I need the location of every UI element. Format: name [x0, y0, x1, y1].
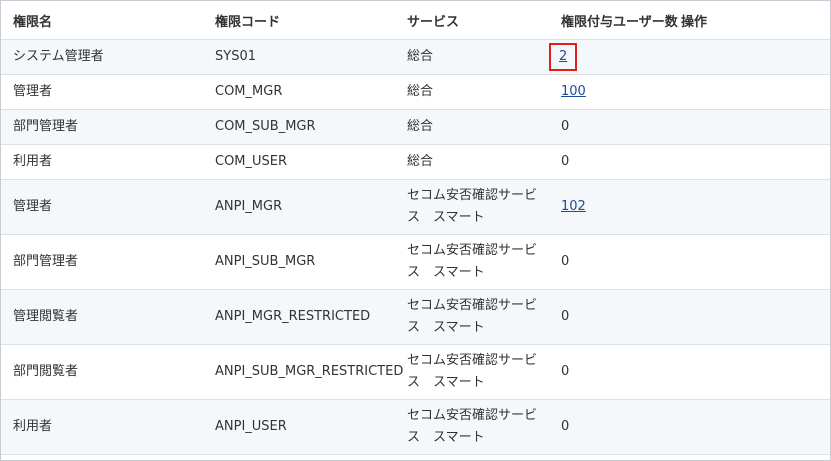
header-permission-name: 権限名: [1, 1, 203, 40]
permission-table-panel: 権限名 権限コード サービス 権限付与ユーザー数 操作 システム管理者 SYS01…: [0, 0, 831, 461]
header-permission-code: 権限コード: [203, 1, 395, 40]
operations-cell: [681, 39, 830, 75]
service-cell: 総合: [395, 109, 549, 145]
operations-cell: [681, 289, 830, 345]
header-service: サービス: [395, 1, 549, 40]
service-cell: セコム安否確認サービス スマート: [395, 344, 549, 400]
user-count-cell: 0: [549, 289, 681, 345]
service-cell: 総合: [395, 39, 549, 75]
service-cell: セコム安否確認サービス スマート: [395, 179, 549, 235]
table-row: 部門管理者 ANPI_SUB_MGR セコム安否確認サービス スマート 0: [1, 234, 830, 290]
user-count-value: 0: [561, 419, 570, 434]
permission-name-cell: 利用者: [1, 399, 203, 455]
table-row: 部門閲覧者 ANPI_SUB_MGR_RESTRICTED セコム安否確認サービス …: [1, 344, 830, 400]
table-header: 権限名 権限コード サービス 権限付与ユーザー数 操作: [1, 1, 830, 40]
user-count-cell: 0: [549, 399, 681, 455]
table-row: 管理閲覧者 ANPI_MGR_RESTRICTED セコム安否確認サービス スマート…: [1, 289, 830, 345]
permission-code-cell: SYS01: [203, 39, 395, 75]
user-count-cell: 0: [549, 344, 681, 400]
permission-name-cell: 管理閲覧者: [1, 289, 203, 345]
operations-cell: [681, 144, 830, 180]
permission-code-cell: COM_SUB_MGR: [203, 109, 395, 145]
user-count-value: 0: [561, 254, 570, 269]
permission-code-cell: COM_USER: [203, 144, 395, 180]
permission-code-cell: COM_MGR: [203, 74, 395, 110]
permission-table: 権限名 権限コード サービス 権限付与ユーザー数 操作 システム管理者 SYS01…: [1, 1, 830, 455]
user-count-cell: 0: [549, 234, 681, 290]
table-row: 管理者 ANPI_MGR セコム安否確認サービス スマート 102: [1, 179, 830, 235]
operations-cell: [681, 344, 830, 400]
permission-code-cell: ANPI_SUB_MGR_RESTRICTED: [203, 344, 403, 400]
permission-name-cell: 管理者: [1, 74, 203, 110]
table-row: 利用者 COM_USER 総合 0: [1, 144, 830, 180]
user-count-cell: 100: [549, 74, 681, 110]
table-row: 利用者 ANPI_USER セコム安否確認サービス スマート 0: [1, 399, 830, 455]
header-user-count: 権限付与ユーザー数: [549, 1, 681, 40]
user-count-link[interactable]: 2: [549, 43, 578, 71]
permission-code-cell: ANPI_MGR: [203, 179, 395, 235]
operations-cell: [681, 109, 830, 145]
table-row: 部門管理者 COM_SUB_MGR 総合 0: [1, 109, 830, 145]
permission-code-cell: ANPI_USER: [203, 399, 395, 455]
operations-cell: [681, 234, 830, 290]
permission-name-cell: 部門管理者: [1, 234, 203, 290]
user-count-link[interactable]: 100: [561, 84, 586, 99]
operations-cell: [681, 399, 830, 455]
user-count-value: 0: [561, 364, 570, 379]
table-row: システム管理者 SYS01 総合 2: [1, 39, 830, 75]
header-row: 権限名 権限コード サービス 権限付与ユーザー数 操作: [1, 1, 830, 40]
service-cell: 総合: [395, 74, 549, 110]
table-body: システム管理者 SYS01 総合 2 管理者 COM_MGR 総合 100 部門管理者 COM_S…: [1, 39, 830, 455]
service-cell: セコム安否確認サービス スマート: [395, 234, 549, 290]
user-count-link[interactable]: 102: [561, 199, 586, 214]
permission-name-cell: 部門閲覧者: [1, 344, 203, 400]
user-count-cell: 0: [549, 144, 681, 180]
permission-name-cell: 管理者: [1, 179, 203, 235]
user-count-cell: 2: [549, 39, 681, 75]
user-count-value: 0: [561, 154, 570, 169]
user-count-value: 0: [561, 309, 570, 324]
service-cell: セコム安否確認サービス スマート: [395, 289, 549, 345]
service-cell: 総合: [395, 144, 549, 180]
operations-cell: [681, 74, 830, 110]
permission-code-cell: ANPI_MGR_RESTRICTED: [203, 289, 395, 345]
service-cell: セコム安否確認サービス スマート: [395, 399, 549, 455]
user-count-value: 0: [561, 119, 570, 134]
table-row: 管理者 COM_MGR 総合 100: [1, 74, 830, 110]
permission-code-cell: ANPI_SUB_MGR: [203, 234, 395, 290]
operations-cell: [681, 179, 830, 235]
permission-name-cell: システム管理者: [1, 39, 203, 75]
permission-name-cell: 部門管理者: [1, 109, 203, 145]
user-count-cell: 0: [549, 109, 681, 145]
user-count-cell: 102: [549, 179, 681, 235]
header-operations: 操作: [681, 1, 830, 40]
permission-name-cell: 利用者: [1, 144, 203, 180]
